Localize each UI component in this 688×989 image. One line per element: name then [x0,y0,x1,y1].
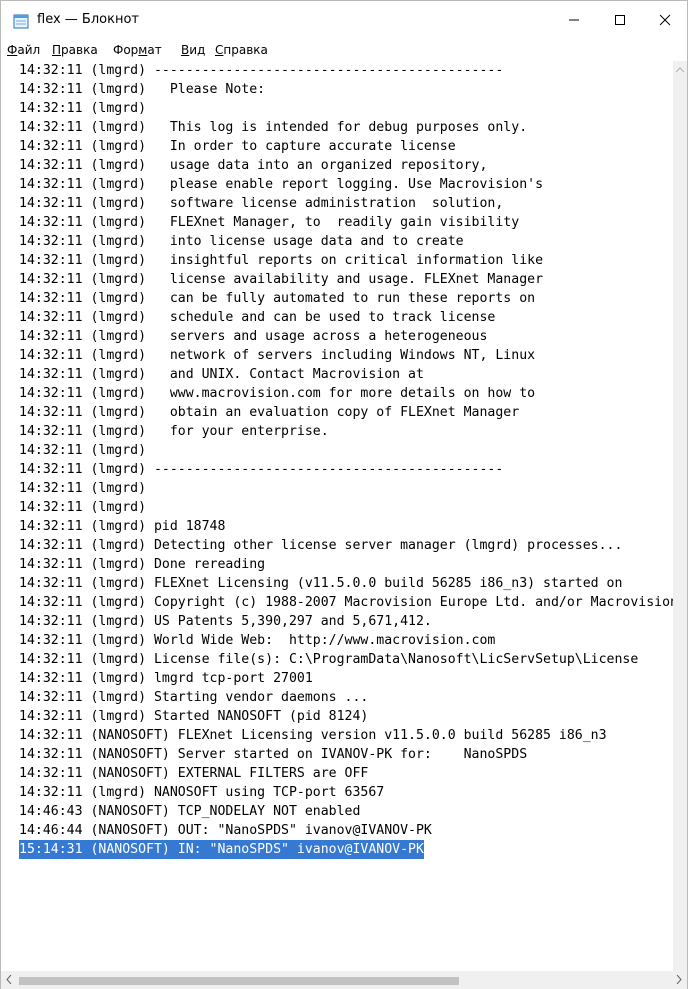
log-line[interactable]: 14:32:11 (lmgrd) schedule and can be use… [19,308,495,327]
log-line[interactable]: 14:32:11 (lmgrd) Started NANOSOFT (pid 8… [19,707,368,726]
log-line[interactable]: 14:32:11 (lmgrd) lmgrd tcp-port 27001 [19,669,313,688]
log-line[interactable]: 14:32:11 (lmgrd) World Wide Web: http://… [19,631,495,650]
chevron-left-icon[interactable] [6,974,12,987]
log-line[interactable]: 14:32:11 (NANOSOFT) FLEXnet Licensing ve… [19,726,607,745]
notepad-icon [13,14,29,29]
log-line[interactable]: 14:32:11 (lmgrd) please enable report lo… [19,175,543,194]
text-editor-area[interactable]: 14:32:11 (lmgrd) -----------------------… [13,61,673,971]
log-line[interactable]: 14:32:11 (lmgrd) pid 18748 [19,517,225,536]
vertical-scrollbar[interactable] [673,61,687,971]
log-line[interactable]: 14:46:43 (NANOSOFT) TCP_NODELAY NOT enab… [19,802,360,821]
log-line[interactable]: 14:32:11 (lmgrd) Detecting other license… [19,536,622,555]
chevron-right-icon[interactable] [676,974,682,987]
log-line[interactable]: 14:32:11 (lmgrd) servers and usage acros… [19,327,487,346]
menu-edit[interactable]: Правка [52,43,98,57]
log-line[interactable]: 14:32:11 (lmgrd) network of servers incl… [19,346,535,365]
log-line[interactable]: 14:32:11 (NANOSOFT) Server started on IV… [19,745,527,764]
log-line[interactable]: 14:32:11 (lmgrd) license availability an… [19,270,543,289]
title-bar[interactable]: flex — Блокнот [1,1,687,39]
horizontal-scrollbar[interactable] [1,971,687,989]
log-line[interactable]: 14:32:11 (lmgrd) Copyright (c) 1988-2007… [19,593,673,612]
log-line[interactable]: 14:32:11 (lmgrd) can be fully automated … [19,289,535,308]
log-line[interactable]: 14:32:11 (lmgrd) NANOSOFT using TCP-port… [19,783,384,802]
log-line[interactable]: 14:32:11 (lmgrd) insightful reports on c… [19,251,543,270]
log-line[interactable]: 14:32:11 (lmgrd) Please Note: [19,80,265,99]
menu-help[interactable]: Справка [215,43,268,57]
menu-file[interactable]: Файл [7,43,40,57]
log-line[interactable]: 14:32:11 (lmgrd) and UNIX. Contact Macro… [19,365,424,384]
window-title: flex — Блокнот [37,12,139,27]
log-line[interactable]: 14:32:11 (lmgrd) [19,441,146,460]
log-line[interactable]: 14:46:44 (NANOSOFT) OUT: "NanoSPDS" ivan… [19,821,432,840]
minimize-button[interactable] [551,1,597,39]
menu-bar: Файл Правка Формат Вид Справка [1,39,687,61]
menu-view[interactable]: Вид [181,43,205,57]
log-line[interactable]: 14:32:11 (lmgrd) -----------------------… [19,61,503,80]
log-line[interactable]: 14:32:11 (lmgrd) In order to capture acc… [19,137,456,156]
notepad-window: flex — Блокнот Файл Правка Формат Вид Сп… [0,0,688,989]
log-line[interactable]: 14:32:11 (lmgrd) obtain an evaluation co… [19,403,519,422]
log-line[interactable]: 14:32:11 (lmgrd) usage data into an orga… [19,156,487,175]
close-button[interactable] [642,1,688,39]
horizontal-scroll-thumb[interactable] [19,977,459,985]
chevron-up-icon[interactable] [675,65,685,76]
log-line[interactable]: 14:32:11 (lmgrd) for your enterprise. [19,422,329,441]
maximize-button[interactable] [597,1,643,39]
log-line[interactable]: 14:32:11 (lmgrd) [19,479,146,498]
log-line[interactable]: 14:32:11 (lmgrd) FLEXnet Manager, to rea… [19,213,519,232]
log-line[interactable]: 14:32:11 (lmgrd) FLEXnet Licensing (v11.… [19,574,622,593]
log-line[interactable]: 14:32:11 (lmgrd) software license admini… [19,194,503,213]
log-line[interactable]: 14:32:11 (lmgrd) Done rereading [19,555,265,574]
log-line[interactable]: 14:32:11 (lmgrd) License file(s): C:\Pro… [19,650,638,669]
log-line[interactable]: 14:32:11 (lmgrd) [19,498,146,517]
log-line[interactable]: 14:32:11 (lmgrd) [19,99,146,118]
log-line[interactable]: 14:32:11 (lmgrd) Starting vendor daemons… [19,688,368,707]
selected-log-line[interactable]: 15:14:31 (NANOSOFT) IN: "NanoSPDS" ivano… [19,840,424,859]
log-line[interactable]: 14:32:11 (lmgrd) www.macrovision.com for… [19,384,535,403]
log-line[interactable]: 14:32:11 (NANOSOFT) EXTERNAL FILTERS are… [19,764,368,783]
log-line[interactable]: 14:32:11 (lmgrd) -----------------------… [19,460,503,479]
log-line[interactable]: 14:32:11 (lmgrd) into license usage data… [19,232,464,251]
log-line[interactable]: 14:32:11 (lmgrd) US Patents 5,390,297 an… [19,612,432,631]
log-line[interactable]: 14:32:11 (lmgrd) This log is intended fo… [19,118,527,137]
menu-format[interactable]: Формат [113,43,162,57]
